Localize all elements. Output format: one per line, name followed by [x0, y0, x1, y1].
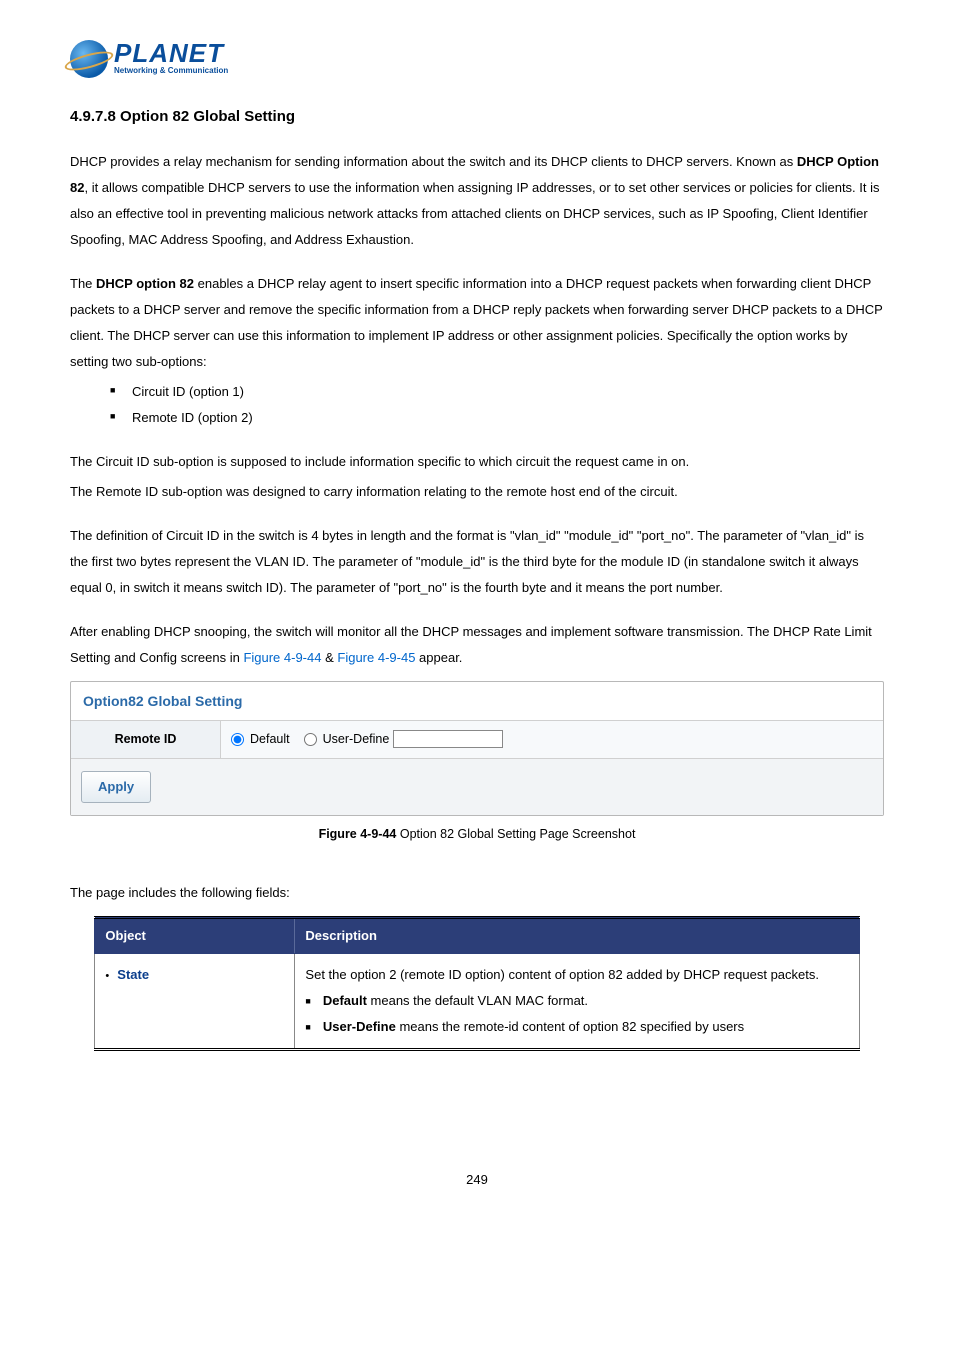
paragraph-1: DHCP provides a relay mechanism for send…: [70, 149, 884, 253]
desc-text: Set the option 2 (remote ID option) cont…: [305, 962, 848, 988]
desc-bullet-default: Default means the default VLAN MAC forma…: [305, 988, 848, 1014]
text: &: [321, 650, 337, 665]
bold-text: DHCP option 82: [96, 276, 194, 291]
paragraph-5: The definition of Circuit ID in the swit…: [70, 523, 884, 601]
panel-title: Option82 Global Setting: [71, 682, 883, 720]
th-object: Object: [95, 917, 295, 953]
text: The: [70, 276, 96, 291]
apply-button[interactable]: Apply: [81, 771, 151, 803]
page-number: 249: [70, 1171, 884, 1189]
paragraph-2: The DHCP option 82 enables a DHCP relay …: [70, 271, 884, 375]
remote-id-userdefine-radio[interactable]: [304, 733, 317, 746]
option82-setting-panel: Option82 Global Setting Remote ID Defaul…: [70, 681, 884, 816]
bold-text: Default: [323, 993, 367, 1008]
th-description: Description: [295, 917, 859, 953]
object-cell: •State: [95, 954, 295, 1050]
caption-fig-number: Figure 4-9-44: [319, 827, 397, 841]
remote-id-row: Remote ID Default User-Define: [71, 720, 883, 760]
figure-link-4-9-45[interactable]: Figure 4-9-45: [337, 650, 415, 665]
table-row: •State Set the option 2 (remote ID optio…: [95, 954, 859, 1050]
text: appear.: [415, 650, 462, 665]
list-item: Remote ID (option 2): [110, 405, 884, 431]
radio-label-userdefine: User-Define: [323, 731, 390, 749]
text: means the remote-id content of option 82…: [396, 1019, 744, 1034]
sub-option-list: Circuit ID (option 1) Remote ID (option …: [70, 379, 884, 431]
text: means the default VLAN MAC format.: [367, 993, 588, 1008]
logo-main-text: PLANET: [114, 42, 228, 65]
paragraph-6: After enabling DHCP snooping, the switch…: [70, 619, 884, 671]
text: After enabling DHCP snooping, the switch…: [70, 624, 872, 665]
remote-id-default-radio[interactable]: [231, 733, 244, 746]
description-cell: Set the option 2 (remote ID option) cont…: [295, 954, 859, 1050]
table-header-row: Object Description: [95, 917, 859, 953]
remote-id-label: Remote ID: [71, 721, 221, 759]
object-state: State: [117, 967, 149, 982]
bold-text: User-Define: [323, 1019, 396, 1034]
caption-text: Option 82 Global Setting Page Screenshot: [396, 827, 635, 841]
list-item: Circuit ID (option 1): [110, 379, 884, 405]
fields-intro: The page includes the following fields:: [70, 884, 884, 902]
bullet-dot-icon: •: [105, 970, 117, 982]
figure-caption: Figure 4-9-44 Option 82 Global Setting P…: [70, 826, 884, 844]
logo-sub-text: Networking & Communication: [114, 65, 228, 76]
text: DHCP provides a relay mechanism for send…: [70, 154, 797, 169]
remote-id-controls: Default User-Define: [221, 721, 883, 759]
section-heading: 4.9.7.8 Option 82 Global Setting: [70, 106, 884, 127]
paragraph-4: The Remote ID sub-option was designed to…: [70, 479, 884, 505]
user-define-input[interactable]: [393, 730, 503, 748]
text: , it allows compatible DHCP servers to u…: [70, 180, 880, 247]
desc-bullet-userdefine: User-Define means the remote-id content …: [305, 1014, 848, 1040]
fields-table: Object Description •State Set the option…: [94, 916, 859, 1051]
globe-icon: [70, 40, 108, 78]
radio-label-default: Default: [250, 731, 290, 749]
brand-logo: PLANET Networking & Communication: [70, 40, 884, 78]
paragraph-3: The Circuit ID sub-option is supposed to…: [70, 449, 884, 475]
figure-link-4-9-44[interactable]: Figure 4-9-44: [243, 650, 321, 665]
